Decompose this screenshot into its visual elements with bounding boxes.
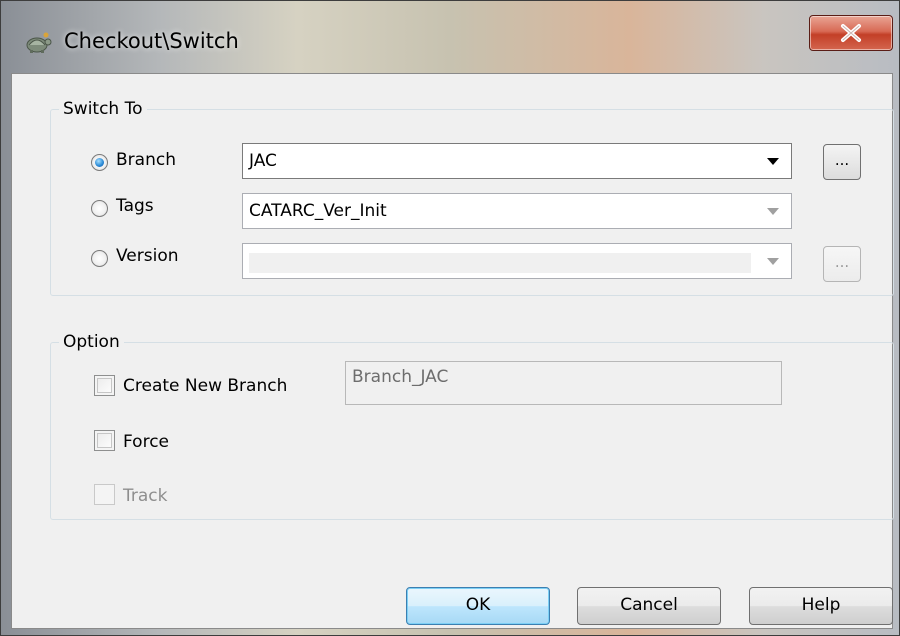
force-label[interactable]: Force <box>123 432 169 452</box>
track-checkbox[interactable] <box>94 484 115 505</box>
close-icon <box>841 24 861 42</box>
chevron-down-icon <box>767 158 779 165</box>
new-branch-name-field[interactable]: Branch_JAC <box>345 361 782 405</box>
branch-combo[interactable]: JAC <box>242 143 792 179</box>
version-label[interactable]: Version <box>116 246 179 266</box>
version-browse-button[interactable]: ... <box>823 246 861 282</box>
title-bar[interactable]: Checkout\Switch <box>1 1 899 74</box>
branch-combo-value: JAC <box>249 151 277 171</box>
ok-button[interactable]: OK <box>406 587 550 625</box>
tags-radio[interactable] <box>91 200 108 217</box>
dialog-body: Switch To Branch JAC ... Tags CATARC_Ver… <box>11 73 894 629</box>
branch-browse-button[interactable]: ... <box>823 144 861 180</box>
chevron-down-icon <box>767 208 779 215</box>
window-title: Checkout\Switch <box>64 29 239 53</box>
radio-selected-dot <box>95 158 104 167</box>
tags-label[interactable]: Tags <box>116 196 154 216</box>
tags-combo-value: CATARC_Ver_Init <box>249 201 387 221</box>
version-combo[interactable] <box>242 243 792 279</box>
tags-combo[interactable]: CATARC_Ver_Init <box>242 193 792 229</box>
branch-label[interactable]: Branch <box>116 150 176 170</box>
create-new-branch-label[interactable]: Create New Branch <box>123 376 287 396</box>
force-checkbox[interactable] <box>94 430 115 451</box>
version-combo-field <box>249 253 751 273</box>
help-button[interactable]: Help <box>749 587 893 625</box>
tortoise-icon <box>26 32 52 53</box>
close-button[interactable] <box>809 15 893 51</box>
chevron-down-icon <box>767 258 779 265</box>
option-legend: Option <box>63 332 120 352</box>
cancel-button[interactable]: Cancel <box>577 587 721 625</box>
version-radio[interactable] <box>91 250 108 267</box>
track-label: Track <box>123 486 168 506</box>
create-new-branch-checkbox[interactable] <box>94 375 115 396</box>
branch-radio[interactable] <box>91 154 108 171</box>
checkout-switch-dialog: Checkout\Switch Switch To Branch JAC ...… <box>0 0 900 636</box>
switch-to-legend: Switch To <box>63 99 143 119</box>
